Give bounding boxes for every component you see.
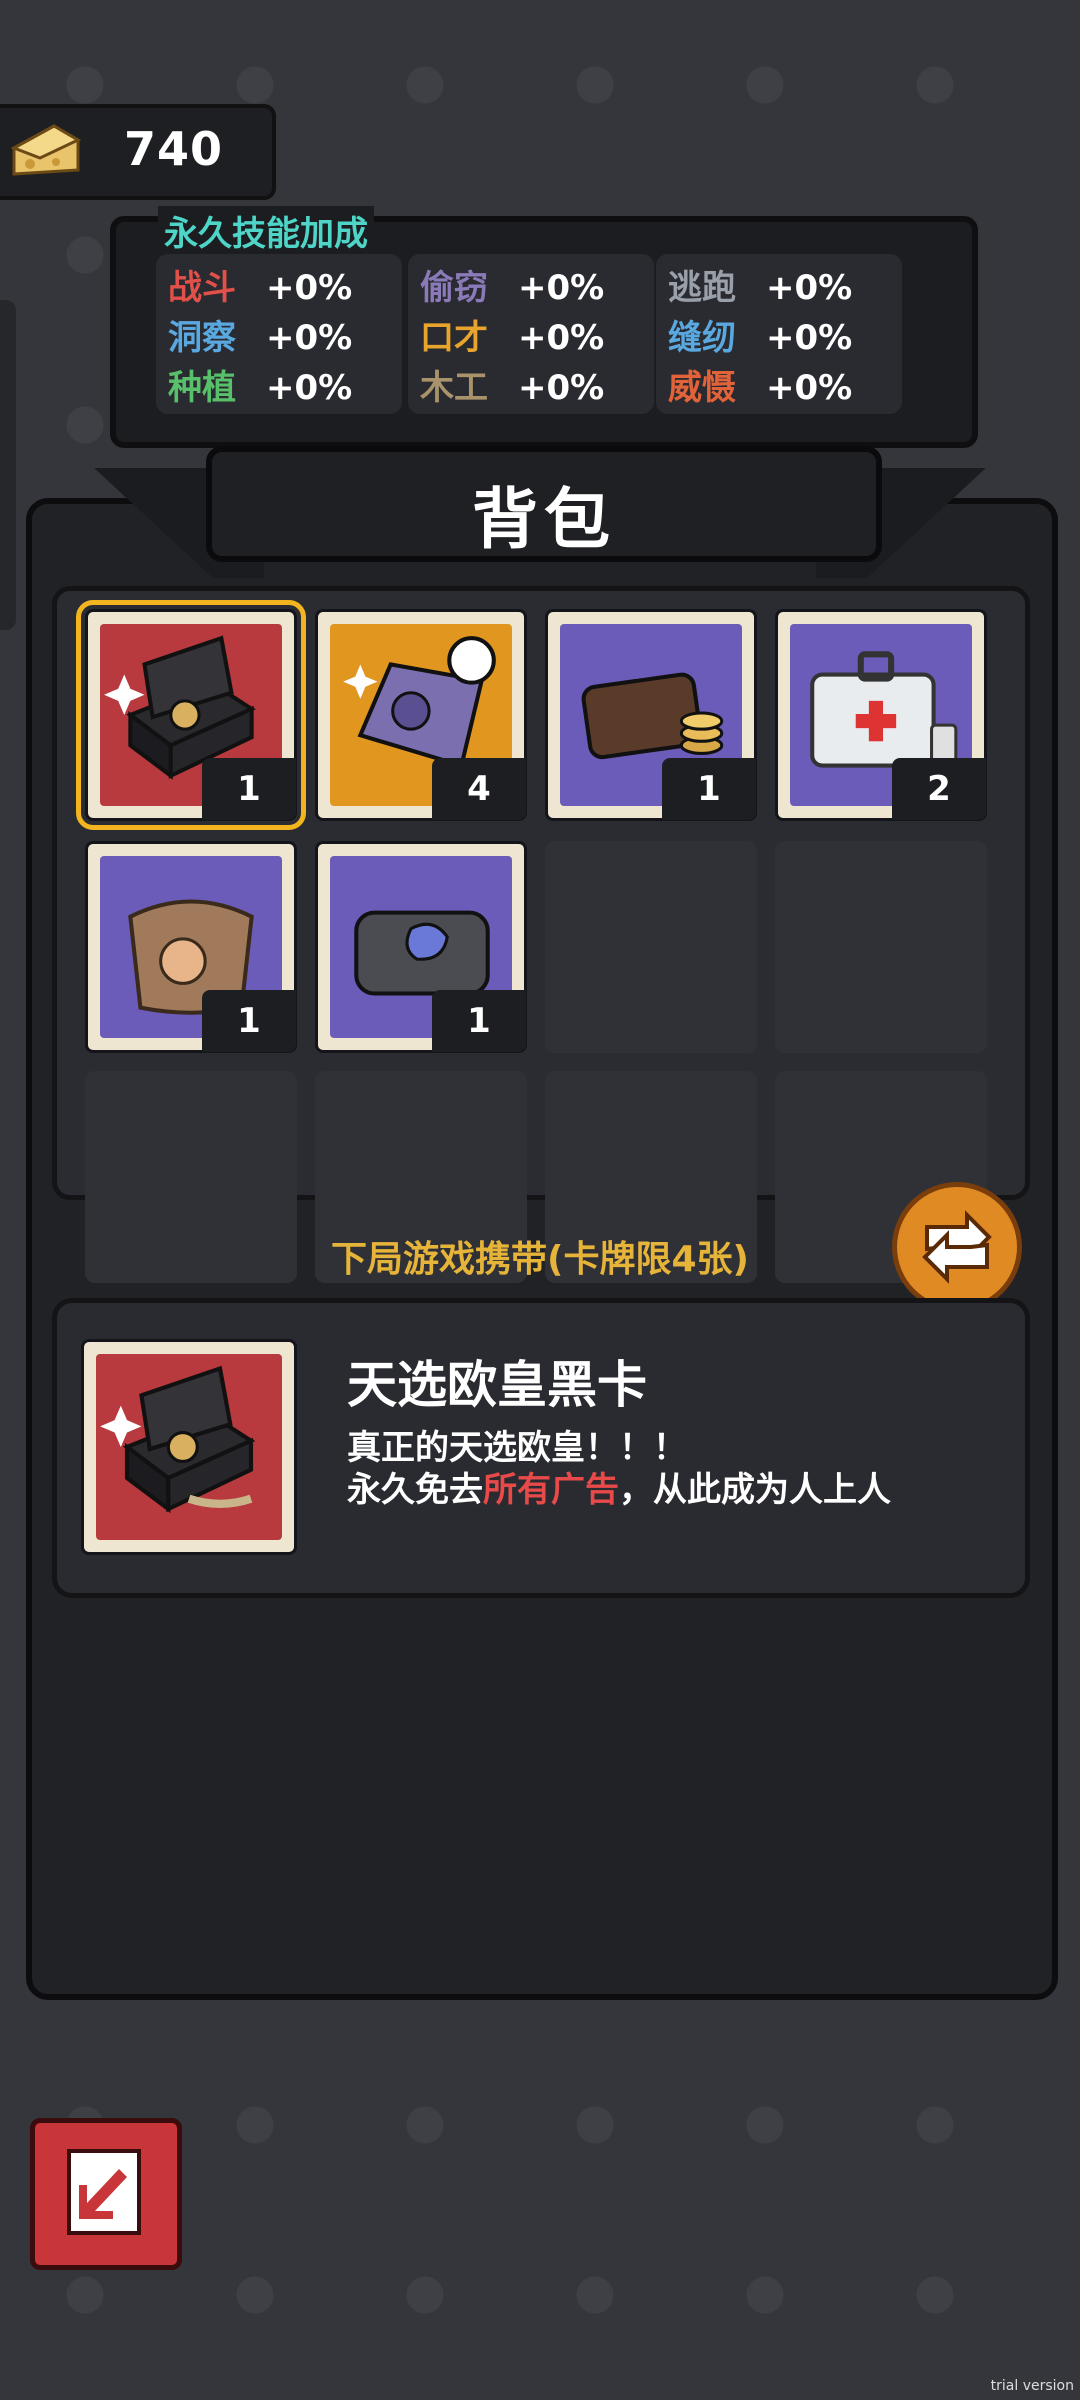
skill-name: 缝纫 <box>668 318 736 358</box>
swap-arrows-icon <box>922 1210 992 1284</box>
inventory-card-first-aid-kit[interactable]: 2 <box>775 609 987 821</box>
backpack-title: 背包 <box>472 481 616 558</box>
swap-button[interactable] <box>892 1182 1022 1312</box>
skill-column: 偷窃 +0% 口才 +0% 木工 +0% <box>408 254 654 414</box>
exit-door-icon <box>67 2149 141 2235</box>
skill-value: +0% <box>266 268 353 308</box>
skill-column: 逃跑 +0% 缝纫 +0% 威慑 +0% <box>656 254 902 414</box>
currency-display: 740 <box>0 104 276 200</box>
inventory-slot-empty[interactable] <box>775 841 987 1053</box>
skill-name: 木工 <box>420 368 488 408</box>
skill-row: 缝纫 +0% <box>668 310 852 362</box>
detail-line-2: 永久免去所有广告，从此成为人上人 <box>347 1469 891 1511</box>
trial-watermark: trial version <box>990 2378 1074 2394</box>
skill-row: 种植 +0% <box>168 360 352 412</box>
skill-row: 木工 +0% <box>420 360 604 412</box>
skill-value: +0% <box>766 268 853 308</box>
skill-value: +0% <box>766 368 853 408</box>
item-count: 2 <box>892 758 986 820</box>
skill-row: 偷窃 +0% <box>420 260 604 312</box>
inventory-slot-empty[interactable] <box>545 841 757 1053</box>
detail-line-2-highlight: 所有广告 <box>483 1470 619 1510</box>
skill-value: +0% <box>266 318 353 358</box>
skill-name: 逃跑 <box>668 268 736 308</box>
item-detail-panel: 天选欧皇黑卡 真正的天选欧皇！！！ 永久免去所有广告，从此成为人上人 <box>52 1298 1030 1598</box>
item-count: 1 <box>662 758 756 820</box>
backpack-banner: 背包 <box>206 446 882 562</box>
skill-name: 口才 <box>420 318 488 358</box>
detail-line-2-post: ，从此成为人上人 <box>619 1470 891 1510</box>
item-count: 1 <box>432 990 526 1052</box>
item-count: 4 <box>432 758 526 820</box>
currency-amount: 740 <box>124 122 224 176</box>
skill-value: +0% <box>518 318 605 358</box>
item-count: 1 <box>202 758 296 820</box>
skill-bonus-panel: 永久技能加成 战斗 +0% 洞察 +0% 种植 +0% 偷窃 +0% 口才 +0% 木工 +0% 逃跑 +… <box>110 206 978 448</box>
skill-value: +0% <box>518 368 605 408</box>
cheese-icon <box>10 124 82 176</box>
skill-row: 洞察 +0% <box>168 310 352 362</box>
skill-name: 偷窃 <box>420 268 488 308</box>
skill-name: 威慑 <box>668 368 736 408</box>
detail-item-name: 天选欧皇黑卡 <box>347 1356 647 1414</box>
exit-button[interactable] <box>30 2118 182 2270</box>
detail-line-2-pre: 永久免去 <box>347 1470 483 1510</box>
skill-row: 逃跑 +0% <box>668 260 852 312</box>
skill-row: 口才 +0% <box>420 310 604 362</box>
inventory-card-wallet[interactable]: 1 <box>545 609 757 821</box>
skill-name: 战斗 <box>168 268 236 308</box>
item-count: 1 <box>202 990 296 1052</box>
skill-name: 种植 <box>168 368 236 408</box>
inventory-card-lucky-black-card[interactable]: 1 <box>76 600 306 830</box>
skill-value: +0% <box>266 368 353 408</box>
inventory-card-pouch[interactable]: 1 <box>315 841 527 1053</box>
skill-row: 威慑 +0% <box>668 360 852 412</box>
detail-line-1: 真正的天选欧皇！！！ <box>347 1428 687 1468</box>
skill-name: 洞察 <box>168 318 236 358</box>
gift-box-icon <box>96 1354 282 1540</box>
inventory-card-puzzle-card[interactable]: 4 <box>315 609 527 821</box>
detail-item-description: 真正的天选欧皇！！！ 永久免去所有广告，从此成为人上人 <box>347 1427 891 1511</box>
inventory-grid: 1 4 1 2 1 1 <box>52 586 1030 1283</box>
detail-card <box>81 1339 297 1555</box>
skill-value: +0% <box>766 318 853 358</box>
inventory-card-cheese-sack[interactable]: 1 <box>85 841 297 1053</box>
side-tab[interactable] <box>0 300 16 630</box>
skill-row: 战斗 +0% <box>168 260 352 312</box>
skill-bonus-title: 永久技能加成 <box>158 206 374 255</box>
skill-column: 战斗 +0% 洞察 +0% 种植 +0% <box>156 254 402 414</box>
skill-value: +0% <box>518 268 605 308</box>
